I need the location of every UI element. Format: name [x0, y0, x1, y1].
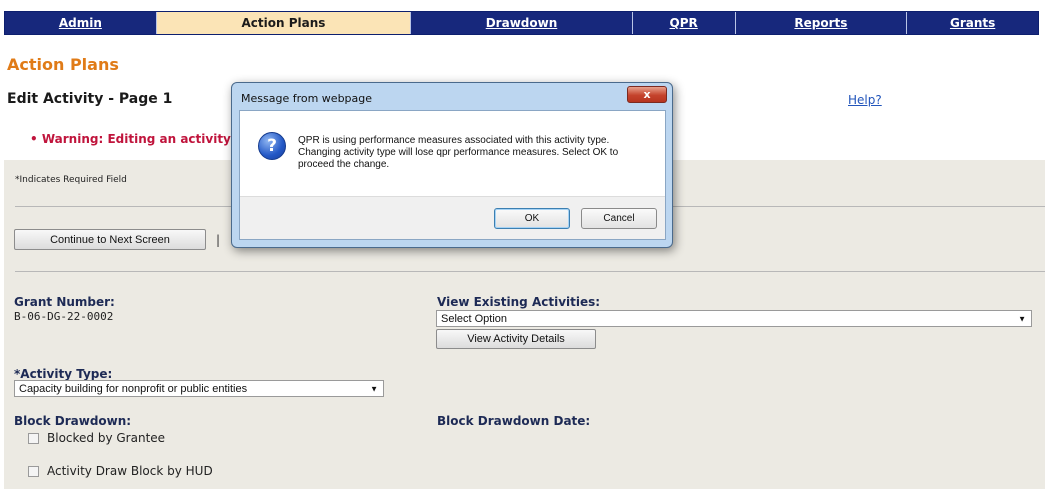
view-existing-activities-select[interactable]: Select Option ▼ [436, 310, 1032, 327]
warning-message: • Warning: Editing an activity [30, 132, 231, 146]
page-title: Action Plans [7, 55, 119, 74]
dialog-footer: OK Cancel [240, 196, 665, 239]
activity-type-select[interactable]: Capacity building for nonprofit or publi… [14, 380, 384, 397]
separator: | [216, 233, 221, 247]
divider [15, 271, 1045, 272]
help-link[interactable]: Help? [848, 93, 882, 107]
ok-button[interactable]: OK [494, 208, 570, 229]
dialog-message: QPR is using performance measures associ… [298, 135, 619, 170]
nav-drawdown[interactable]: Drawdown [411, 12, 633, 34]
nav-grants[interactable]: Grants [907, 12, 1038, 34]
activity-draw-block-hud-checkbox[interactable] [28, 465, 39, 477]
question-icon: ? [258, 132, 286, 160]
top-nav: Admin Action Plans Drawdown QPR Reports … [4, 11, 1039, 35]
checkbox-label: Blocked by Grantee [47, 431, 166, 445]
dropdown-arrow-icon: ▼ [370, 384, 378, 393]
view-activity-details-button[interactable]: View Activity Details [436, 329, 596, 349]
close-icon[interactable]: x [627, 86, 667, 103]
dialog-title: Message from webpage [241, 92, 373, 105]
dialog-body: ? QPR is using performance measures asso… [239, 110, 666, 240]
grant-number-label: Grant Number: [14, 295, 115, 309]
block-drawdown-date-label: Block Drawdown Date: [437, 414, 591, 428]
dropdown-arrow-icon: ▼ [1018, 314, 1026, 323]
nav-qpr[interactable]: QPR [632, 12, 736, 34]
continue-next-screen-button[interactable]: Continue to Next Screen [14, 229, 206, 250]
activity-type-label: *Activity Type: [14, 367, 113, 381]
activity-draw-block-hud-row[interactable]: Activity Draw Block by HUD [28, 464, 213, 478]
checkbox-label: Activity Draw Block by HUD [47, 464, 213, 478]
message-dialog: Message from webpage x ? QPR is using pe… [231, 82, 673, 248]
view-existing-activities-label: View Existing Activities: [437, 295, 601, 309]
required-field-note: *Indicates Required Field [15, 175, 127, 185]
page-subtitle: Edit Activity - Page 1 [7, 91, 173, 107]
blocked-by-grantee-checkbox[interactable] [28, 432, 39, 444]
cancel-button[interactable]: Cancel [581, 208, 657, 229]
nav-admin[interactable]: Admin [5, 12, 157, 34]
block-drawdown-label: Block Drawdown: [14, 414, 132, 428]
blocked-by-grantee-row[interactable]: Blocked by Grantee [28, 431, 165, 445]
nav-reports[interactable]: Reports [735, 12, 908, 34]
nav-action-plans[interactable]: Action Plans [156, 12, 412, 34]
select-value: Select Option [441, 312, 508, 325]
grant-number-value: B-06-DG-22-0002 [14, 310, 114, 323]
select-value: Capacity building for nonprofit or publi… [19, 382, 248, 395]
